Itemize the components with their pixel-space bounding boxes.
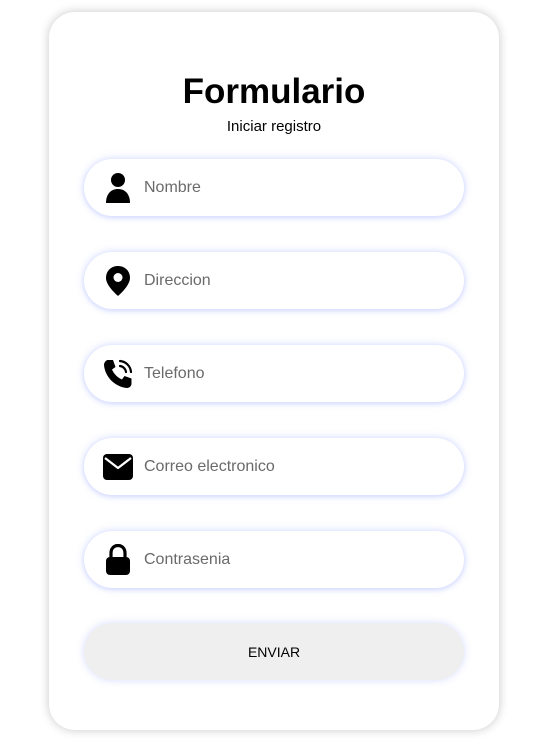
phone-field[interactable]	[84, 345, 464, 402]
email-input[interactable]	[144, 438, 444, 495]
submit-button[interactable]: ENVIAR	[84, 623, 464, 680]
email-field[interactable]	[84, 438, 464, 495]
form-subtitle: Iniciar registro	[226, 118, 322, 135]
password-input[interactable]	[144, 531, 444, 588]
name-input[interactable]	[144, 159, 444, 216]
address-input[interactable]	[144, 252, 444, 309]
phone-icon	[102, 358, 134, 390]
password-field[interactable]	[84, 531, 464, 588]
form-title: Formulario	[182, 72, 366, 111]
envelope-icon	[102, 451, 134, 483]
user-icon	[102, 172, 134, 204]
phone-input[interactable]	[144, 345, 444, 402]
registration-card: Formulario Iniciar registro Nombre Direc…	[49, 12, 499, 730]
address-field[interactable]	[84, 252, 464, 309]
location-pin-icon	[102, 265, 134, 297]
name-field[interactable]	[84, 159, 464, 216]
lock-icon	[102, 544, 134, 576]
